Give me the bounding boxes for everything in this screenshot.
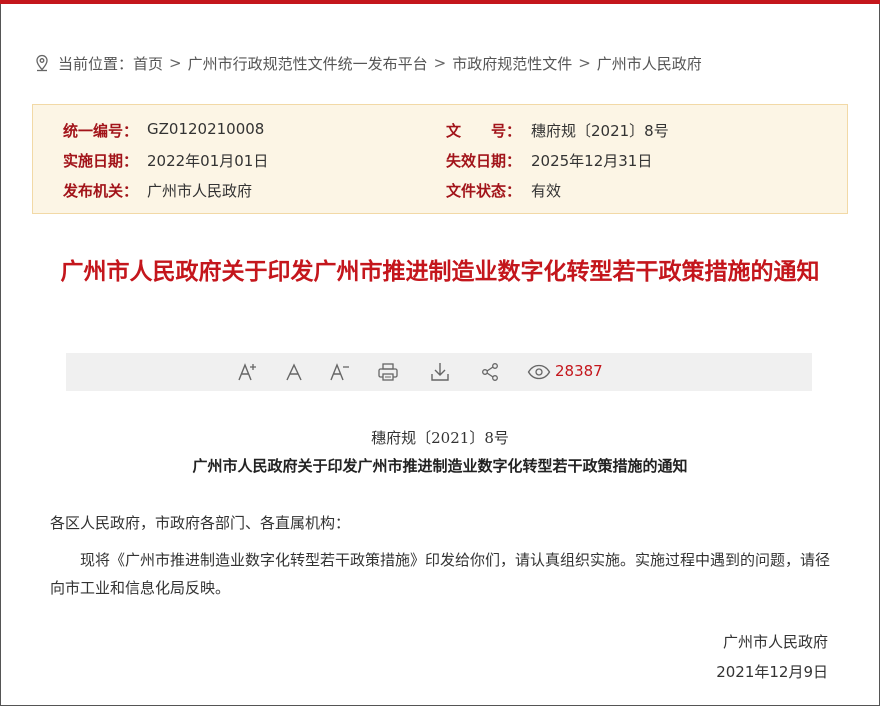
info-row-dates: 实施日期： 2022年01月01日 失效日期： 2025年12月31日 <box>33 150 847 172</box>
document-info-panel: 统一编号： GZ0120210008 文 号： 穗府规〔2021〕8号 实施日期… <box>32 104 848 214</box>
issuer-label: 发布机关： <box>63 182 139 200</box>
effective-date-value: 2022年01月01日 <box>147 152 269 170</box>
print-icon[interactable] <box>376 361 400 383</box>
view-count: 28387 <box>555 362 603 380</box>
article-toolbar: 28387 <box>66 353 812 391</box>
breadcrumb-platform[interactable]: 广州市行政规范性文件统一发布平台 <box>188 53 428 74</box>
unified-number-label: 统一编号： <box>63 122 139 140</box>
expiry-date-value: 2025年12月31日 <box>531 152 653 170</box>
unified-number-value: GZ0120210008 <box>147 120 265 138</box>
salutation: 各区人民政府，市政府各部门、各直属机构： <box>50 514 351 532</box>
status-value: 有效 <box>531 182 562 200</box>
document-subtitle: 广州市人民政府关于印发广州市推进制造业数字化转型若干政策措施的通知 <box>192 457 688 475</box>
signature: 广州市人民政府 <box>722 633 828 651</box>
info-row-numbers: 统一编号： GZ0120210008 文 号： 穗府规〔2021〕8号 <box>33 120 847 142</box>
expiry-date-label: 失效日期： <box>446 152 522 170</box>
breadcrumb-prefix: 当前位置： <box>58 54 134 73</box>
eye-icon <box>526 361 552 383</box>
font-normal-icon[interactable] <box>283 361 305 383</box>
document-number: 穗府规〔2021〕8号 <box>371 429 509 447</box>
breadcrumb: 当前位置： 首页 > 广州市行政规范性文件统一发布平台 > 市政府规范性文件 >… <box>34 52 702 74</box>
breadcrumb-current[interactable]: 广州市人民政府 <box>597 53 702 74</box>
status-label: 文件状态： <box>446 182 522 200</box>
download-icon[interactable] <box>428 361 452 383</box>
breadcrumb-municipal-docs[interactable]: 市政府规范性文件 <box>452 53 572 74</box>
share-icon[interactable] <box>479 361 501 383</box>
page-title: 广州市人民政府关于印发广州市推进制造业数字化转型若干政策措施的通知 <box>60 259 820 285</box>
font-decrease-icon[interactable] <box>329 361 351 383</box>
document-number-label: 文 号： <box>446 122 522 140</box>
effective-date-label: 实施日期： <box>63 152 139 170</box>
breadcrumb-separator: > <box>169 54 182 72</box>
document-number-value: 穗府规〔2021〕8号 <box>531 122 669 140</box>
top-accent-bar <box>0 0 880 4</box>
issuer-value: 广州市人民政府 <box>147 182 253 200</box>
breadcrumb-separator: > <box>433 54 447 72</box>
info-row-issuer: 发布机关： 广州市人民政府 文件状态： 有效 <box>33 180 847 202</box>
body-paragraph: 现将《广州市推进制造业数字化转型若干政策措施》印发给你们，请认真组织实施。实施过… <box>50 551 831 597</box>
breadcrumb-home[interactable]: 首页 <box>133 53 163 74</box>
location-pin-icon <box>34 54 50 72</box>
font-increase-icon[interactable] <box>236 361 260 383</box>
breadcrumb-separator: > <box>578 54 591 72</box>
signing-date: 2021年12月9日 <box>716 663 828 681</box>
